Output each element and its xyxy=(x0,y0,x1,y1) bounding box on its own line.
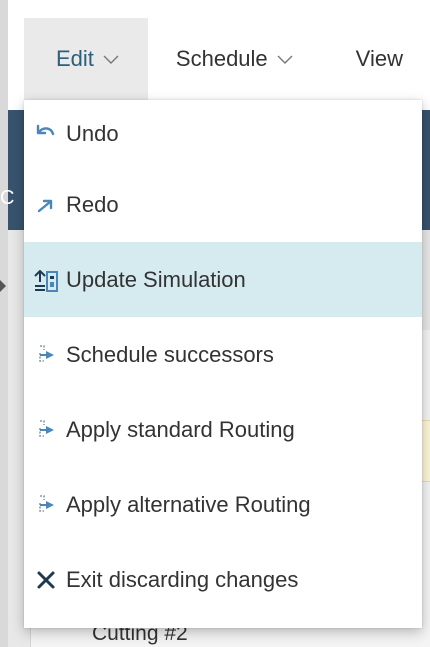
menu-item-label: Exit discarding changes xyxy=(66,566,299,592)
menu-item-apply-standard-routing[interactable]: Apply standard Routing xyxy=(24,392,422,467)
menu-view[interactable]: View xyxy=(322,18,430,100)
edit-dropdown-menu: Undo Redo Update Simulation Schedule suc… xyxy=(24,100,422,628)
chevron-down-icon xyxy=(277,55,293,64)
menu-item-redo[interactable]: Redo xyxy=(24,167,422,242)
menu-item-update-simulation[interactable]: Update Simulation xyxy=(24,242,422,317)
close-icon xyxy=(32,566,60,594)
menu-schedule-label: Schedule xyxy=(175,46,268,71)
app-window: C Cutting #2 Edit Schedule View Undo Red… xyxy=(0,0,430,647)
menu-edit-label: Edit xyxy=(56,46,94,71)
menu-item-label: Redo xyxy=(66,191,119,217)
menubar: Edit Schedule View xyxy=(24,18,430,100)
menu-item-label: Schedule successors xyxy=(66,341,274,367)
left-edge-bar xyxy=(0,0,8,647)
routing-icon xyxy=(32,341,60,369)
routing-icon xyxy=(32,491,60,519)
expand-triangle-icon[interactable] xyxy=(0,280,6,292)
menu-item-schedule-successors[interactable]: Schedule successors xyxy=(24,317,422,392)
update-simulation-icon xyxy=(32,266,60,294)
menu-item-label: Undo xyxy=(66,120,119,146)
menu-view-label: View xyxy=(355,46,403,71)
chevron-down-icon xyxy=(103,55,119,64)
routing-icon xyxy=(32,416,60,444)
menu-item-exit-discarding-changes[interactable]: Exit discarding changes xyxy=(24,542,422,617)
menu-item-label: Apply alternative Routing xyxy=(66,491,311,517)
menu-edit[interactable]: Edit xyxy=(24,18,148,100)
menu-item-label: Apply standard Routing xyxy=(66,416,295,442)
menu-item-undo[interactable]: Undo xyxy=(24,100,422,167)
page-title-partial: C xyxy=(0,187,15,209)
undo-icon xyxy=(32,120,60,148)
redo-icon xyxy=(32,191,60,219)
menu-schedule[interactable]: Schedule xyxy=(148,18,322,100)
menu-item-label: Update Simulation xyxy=(66,266,246,292)
menu-item-apply-alternative-routing[interactable]: Apply alternative Routing xyxy=(24,467,422,542)
